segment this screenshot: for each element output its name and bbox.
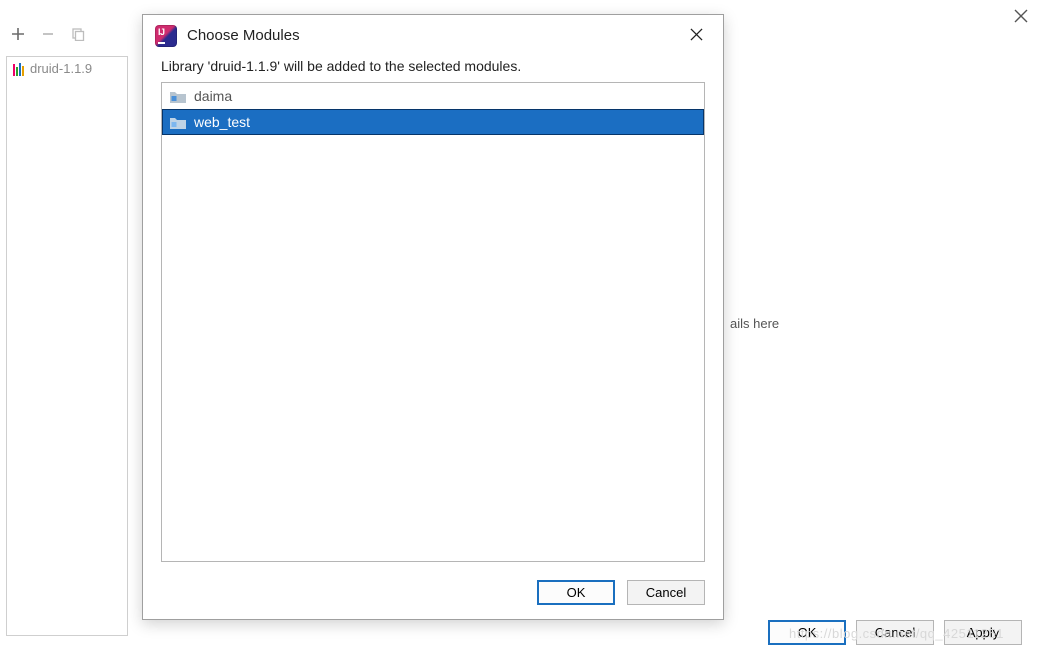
parent-cancel-button[interactable]: Cancel	[856, 620, 934, 645]
folder-icon	[170, 116, 186, 129]
dialog-message: Library 'druid-1.1.9' will be added to t…	[161, 58, 705, 74]
dialog-button-row: OK Cancel	[143, 568, 723, 619]
module-row[interactable]: daima	[162, 83, 704, 109]
library-item-label: druid-1.1.9	[30, 61, 92, 76]
module-row-label: web_test	[194, 114, 250, 130]
dialog-ok-button[interactable]: OK	[537, 580, 615, 605]
dialog-cancel-button[interactable]: Cancel	[627, 580, 705, 605]
parent-ok-button[interactable]: OK	[768, 620, 846, 645]
close-icon	[690, 28, 703, 41]
module-listbox[interactable]: daima web_test	[161, 82, 705, 562]
parent-apply-button[interactable]: Apply	[944, 620, 1022, 645]
parent-toolbar	[10, 26, 86, 42]
dialog-title: Choose Modules	[187, 27, 672, 44]
libraries-sidebar: druid-1.1.9	[6, 56, 128, 636]
dialog-titlebar: Choose Modules	[143, 15, 723, 58]
library-bars-icon	[13, 62, 24, 76]
folder-icon	[170, 90, 186, 103]
copy-icon	[71, 27, 85, 41]
library-item-druid[interactable]: druid-1.1.9	[7, 57, 127, 80]
module-row-label: daima	[194, 88, 232, 104]
remove-button[interactable]	[40, 26, 56, 42]
module-row[interactable]: web_test	[162, 109, 704, 135]
remove-icon	[41, 27, 55, 41]
add-icon	[11, 27, 25, 41]
parent-button-row: OK Cancel Apply	[768, 620, 1022, 645]
details-placeholder-text: ails here	[730, 316, 779, 331]
dialog-close-button[interactable]	[682, 23, 711, 48]
choose-modules-dialog: Choose Modules Library 'druid-1.1.9' wil…	[142, 14, 724, 620]
copy-button[interactable]	[70, 26, 86, 42]
add-button[interactable]	[10, 26, 26, 42]
parent-close-button[interactable]	[1014, 6, 1028, 29]
dialog-body: Library 'druid-1.1.9' will be added to t…	[143, 58, 723, 568]
intellij-logo-icon	[155, 25, 177, 47]
close-icon	[1014, 9, 1028, 23]
